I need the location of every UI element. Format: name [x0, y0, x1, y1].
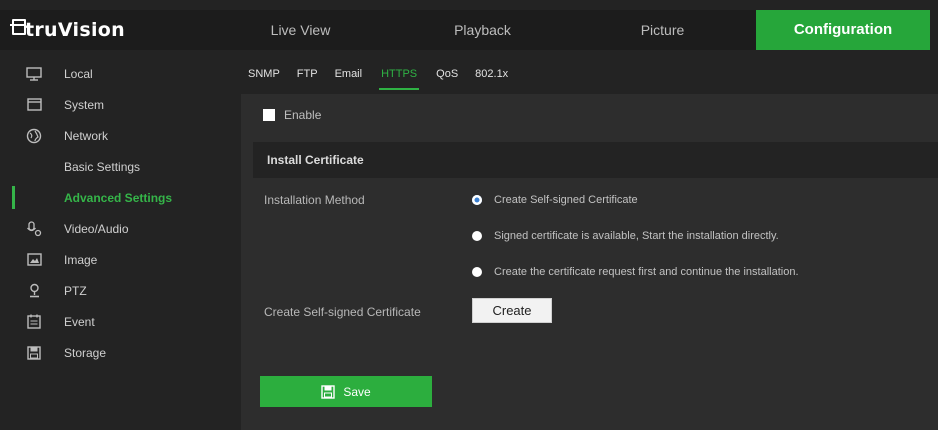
sidebar-item-label: Video/Audio	[64, 221, 129, 236]
top-navigation-bar: truVision Live View Playback Picture Con…	[0, 10, 930, 50]
tab-https[interactable]: HTTPS	[379, 62, 420, 90]
radio-button[interactable]	[472, 231, 482, 241]
create-self-signed-label: Create Self-signed Certificate	[264, 305, 421, 319]
image-icon	[24, 252, 44, 268]
sidebar-item-label: Image	[64, 252, 98, 267]
save-icon	[321, 384, 336, 399]
sidebar-item-event[interactable]: Event	[0, 306, 230, 337]
enable-checkbox[interactable]	[263, 109, 275, 121]
ptz-camera-icon	[24, 283, 44, 299]
microphone-icon	[24, 220, 44, 237]
radio-button[interactable]	[472, 195, 482, 205]
radio-option-signed-available[interactable]: Signed certificate is available, Start t…	[472, 230, 779, 242]
tab-email[interactable]: Email	[335, 62, 363, 90]
nav-tab-configuration[interactable]: Configuration	[756, 10, 930, 50]
https-settings-panel: Enable Install Certificate Installation …	[241, 94, 938, 430]
tab-qos[interactable]: QoS	[436, 62, 458, 90]
sidebar-item-ptz[interactable]: PTZ	[0, 275, 230, 306]
radio-label: Signed certificate is available, Start t…	[494, 230, 779, 242]
nav-tab-picture[interactable]: Picture	[600, 10, 725, 50]
floppy-disk-icon	[24, 345, 44, 361]
sidebar-item-system[interactable]: System	[0, 89, 230, 120]
tab-ftp[interactable]: FTP	[297, 62, 318, 90]
app-window: truVision Live View Playback Picture Con…	[0, 0, 938, 430]
enable-row: Enable	[263, 108, 321, 122]
sidebar-item-image[interactable]: Image	[0, 244, 230, 275]
installation-method-label: Installation Method	[264, 193, 365, 207]
sidebar-item-label: Network	[64, 128, 109, 143]
sidebar-item-network[interactable]: Network	[0, 120, 230, 151]
logo-text: truVision	[25, 19, 125, 41]
sidebar-item-local[interactable]: Local	[0, 58, 230, 89]
section-title: Install Certificate	[267, 153, 364, 167]
sidebar-subitem-basic-settings[interactable]: Basic Settings	[0, 151, 230, 182]
save-button[interactable]: Save	[260, 376, 432, 407]
sidebar-item-label: PTZ	[64, 283, 87, 298]
sidebar-item-label: System	[64, 97, 105, 112]
enable-label: Enable	[284, 108, 322, 122]
section-header: Install Certificate	[253, 142, 938, 178]
nav-tab-live-view[interactable]: Live View	[238, 10, 363, 50]
sidebar-item-label: Local	[64, 66, 93, 81]
radio-label: Create the certificate request first and…	[494, 266, 799, 278]
nav-tab-playback[interactable]: Playback	[420, 10, 545, 50]
window-icon	[24, 97, 44, 113]
radio-option-request-first[interactable]: Create the certificate request first and…	[472, 266, 799, 278]
network-subtabs: SNMP FTP Email HTTPS QoS 802.1x	[248, 62, 525, 90]
tab-802-1x[interactable]: 802.1x	[475, 62, 508, 90]
create-button[interactable]: Create	[472, 298, 552, 323]
radio-button[interactable]	[472, 267, 482, 277]
radio-label: Create Self-signed Certificate	[494, 194, 638, 206]
sidebar-item-video-audio[interactable]: Video/Audio	[0, 213, 230, 244]
sidebar: Local System Network Basic Settings Adva…	[0, 58, 230, 368]
sidebar-item-label: Storage	[64, 345, 107, 360]
logo-mark-icon	[10, 19, 26, 35]
globe-icon	[24, 128, 44, 144]
tab-snmp[interactable]: SNMP	[248, 62, 280, 90]
calendar-icon	[24, 314, 44, 330]
sidebar-item-storage[interactable]: Storage	[0, 337, 230, 368]
logo: truVision	[10, 10, 125, 50]
radio-option-self-signed[interactable]: Create Self-signed Certificate	[472, 194, 638, 206]
sidebar-item-label: Event	[64, 314, 95, 329]
sidebar-subitem-advanced-settings[interactable]: Advanced Settings	[0, 182, 230, 213]
save-label: Save	[343, 384, 371, 399]
monitor-icon	[24, 66, 44, 82]
